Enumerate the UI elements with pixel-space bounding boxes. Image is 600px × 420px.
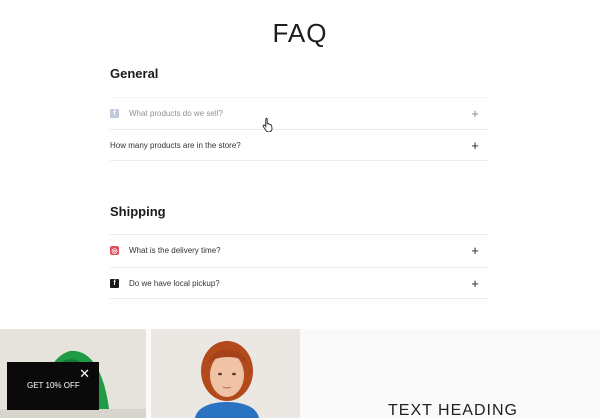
promo-label: GET 10% OFF [27, 381, 80, 390]
facebook-icon: f [110, 109, 119, 118]
hand-cursor-icon [262, 117, 273, 132]
section-title-general: General [110, 66, 159, 81]
page-title: FAQ [272, 18, 328, 48]
faq-item[interactable]: f Do we have local pickup? + [110, 267, 488, 299]
instagram-icon: ◎ [110, 246, 119, 255]
promo-popup[interactable]: ✕ GET 10% OFF [7, 362, 99, 410]
faq-item[interactable]: f What products do we sell? + [110, 97, 488, 129]
plus-icon[interactable]: + [470, 107, 480, 120]
plus-icon[interactable]: + [470, 244, 480, 257]
faq-question: What is the delivery time? [129, 246, 221, 255]
product-image-model[interactable] [151, 329, 300, 418]
faq-question: How many products are in the store? [110, 140, 241, 150]
facebook-icon: f [110, 278, 119, 288]
plus-icon[interactable]: + [470, 277, 480, 290]
section-title-shipping: Shipping [110, 204, 166, 219]
faq-item[interactable]: ◎ What is the delivery time? + [110, 234, 488, 266]
plus-icon[interactable]: + [470, 139, 480, 152]
faq-item[interactable]: How many products are in the store? + [110, 129, 488, 161]
banner-heading: TEXT HEADING [388, 402, 518, 419]
close-icon[interactable]: ✕ [79, 367, 90, 380]
faq-question: Do we have local pickup? [129, 278, 220, 288]
faq-question: What products do we sell? [129, 109, 223, 118]
